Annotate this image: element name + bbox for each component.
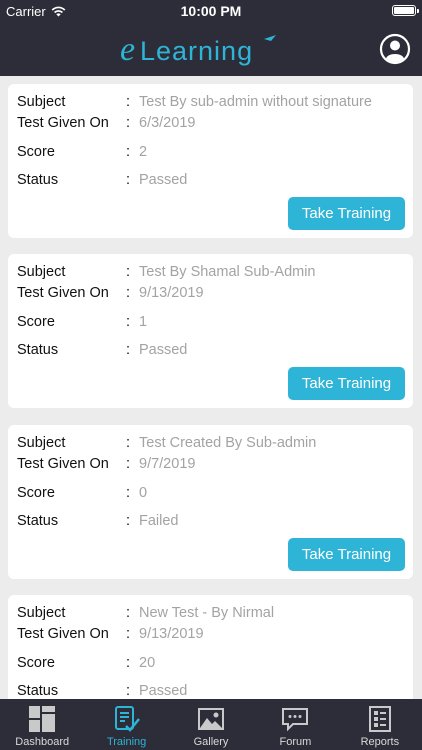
profile-icon[interactable] bbox=[379, 33, 411, 65]
date-value: 9/7/2019 bbox=[139, 456, 196, 472]
subject-label: Subject bbox=[17, 605, 66, 621]
subject-value: Test By Shamal Sub-Admin bbox=[139, 264, 316, 280]
elearning-logo: e Learning bbox=[120, 31, 276, 68]
colon: : bbox=[126, 342, 131, 358]
status-time: 10:00 PM bbox=[180, 3, 242, 19]
status-bar: Carrier 10:00 PM bbox=[0, 0, 422, 22]
tab-label: Dashboard bbox=[15, 736, 70, 748]
score-value: 20 bbox=[139, 655, 156, 671]
date-label: Test Given On bbox=[17, 115, 109, 131]
score-label: Score bbox=[17, 314, 55, 330]
score-value: 0 bbox=[139, 485, 148, 501]
gallery-icon bbox=[198, 708, 225, 730]
subject-value: Test Created By Sub-admin bbox=[139, 435, 317, 451]
tab-bar: Dashboard Training Gallery Forum Reports bbox=[0, 699, 422, 750]
test-card: Subject : Test By Shamal Sub-Admin Test … bbox=[8, 254, 413, 408]
colon: : bbox=[126, 314, 131, 330]
svg-text:e: e bbox=[120, 31, 135, 68]
score-value: 2 bbox=[139, 144, 148, 160]
status-value: Passed bbox=[139, 172, 188, 188]
tab-label: Forum bbox=[279, 736, 312, 748]
tab-label: Reports bbox=[360, 736, 400, 748]
date-value: 9/13/2019 bbox=[139, 626, 204, 642]
battery-icon bbox=[392, 5, 419, 16]
subject-label: Subject bbox=[17, 435, 66, 451]
status-label: Status bbox=[17, 513, 59, 529]
date-label: Test Given On bbox=[17, 456, 109, 472]
colon: : bbox=[126, 94, 131, 110]
date-label: Test Given On bbox=[17, 285, 109, 301]
subject-label: Subject bbox=[17, 264, 66, 280]
tab-label: Training bbox=[106, 736, 147, 748]
training-list[interactable]: Subject : Test By sub-admin without sign… bbox=[0, 76, 422, 699]
subject-label: Subject bbox=[17, 94, 66, 110]
test-card: Subject : Test Created By Sub-admin Test… bbox=[8, 425, 413, 579]
reports-icon bbox=[368, 706, 391, 732]
dashboard-icon bbox=[29, 706, 56, 732]
date-value: 9/13/2019 bbox=[139, 285, 204, 301]
tab-forum[interactable]: Forum bbox=[253, 699, 337, 750]
colon: : bbox=[126, 264, 131, 280]
status-label: Status bbox=[17, 342, 59, 358]
colon: : bbox=[126, 435, 131, 451]
subject-value: New Test - By Nirmal bbox=[139, 605, 275, 621]
tab-reports[interactable]: Reports bbox=[338, 699, 422, 750]
colon: : bbox=[126, 605, 131, 621]
svg-text:Learning: Learning bbox=[140, 36, 253, 66]
colon: : bbox=[126, 172, 131, 188]
tab-label: Gallery bbox=[193, 736, 229, 748]
score-label: Score bbox=[17, 655, 55, 671]
status-label: Status bbox=[17, 683, 59, 699]
status-value: Passed bbox=[139, 342, 188, 358]
training-icon bbox=[114, 706, 140, 732]
subject-value: Test By sub-admin without signature bbox=[139, 94, 372, 110]
colon: : bbox=[126, 115, 131, 131]
status-value: Passed bbox=[139, 683, 188, 699]
forum-icon bbox=[282, 708, 309, 732]
tab-dashboard[interactable]: Dashboard bbox=[0, 699, 84, 750]
colon: : bbox=[126, 626, 131, 642]
colon: : bbox=[126, 144, 131, 160]
test-card: Subject : Test By sub-admin without sign… bbox=[8, 84, 413, 238]
take-training-button[interactable]: Take Training bbox=[288, 538, 405, 571]
status-value: Failed bbox=[139, 513, 179, 529]
colon: : bbox=[126, 285, 131, 301]
date-label: Test Given On bbox=[17, 626, 109, 642]
colon: : bbox=[126, 513, 131, 529]
score-label: Score bbox=[17, 485, 55, 501]
colon: : bbox=[126, 456, 131, 472]
colon: : bbox=[126, 655, 131, 671]
tab-training[interactable]: Training bbox=[84, 699, 168, 750]
date-value: 6/3/2019 bbox=[139, 115, 196, 131]
tab-gallery[interactable]: Gallery bbox=[169, 699, 253, 750]
take-training-button[interactable]: Take Training bbox=[288, 197, 405, 230]
nav-bar: e Learning bbox=[0, 22, 422, 76]
colon: : bbox=[126, 485, 131, 501]
score-value: 1 bbox=[139, 314, 148, 330]
take-training-button[interactable]: Take Training bbox=[288, 367, 405, 400]
colon: : bbox=[126, 683, 131, 699]
status-label: Status bbox=[17, 172, 59, 188]
test-card: Subject : New Test - By Nirmal Test Give… bbox=[8, 595, 413, 699]
score-label: Score bbox=[17, 144, 55, 160]
